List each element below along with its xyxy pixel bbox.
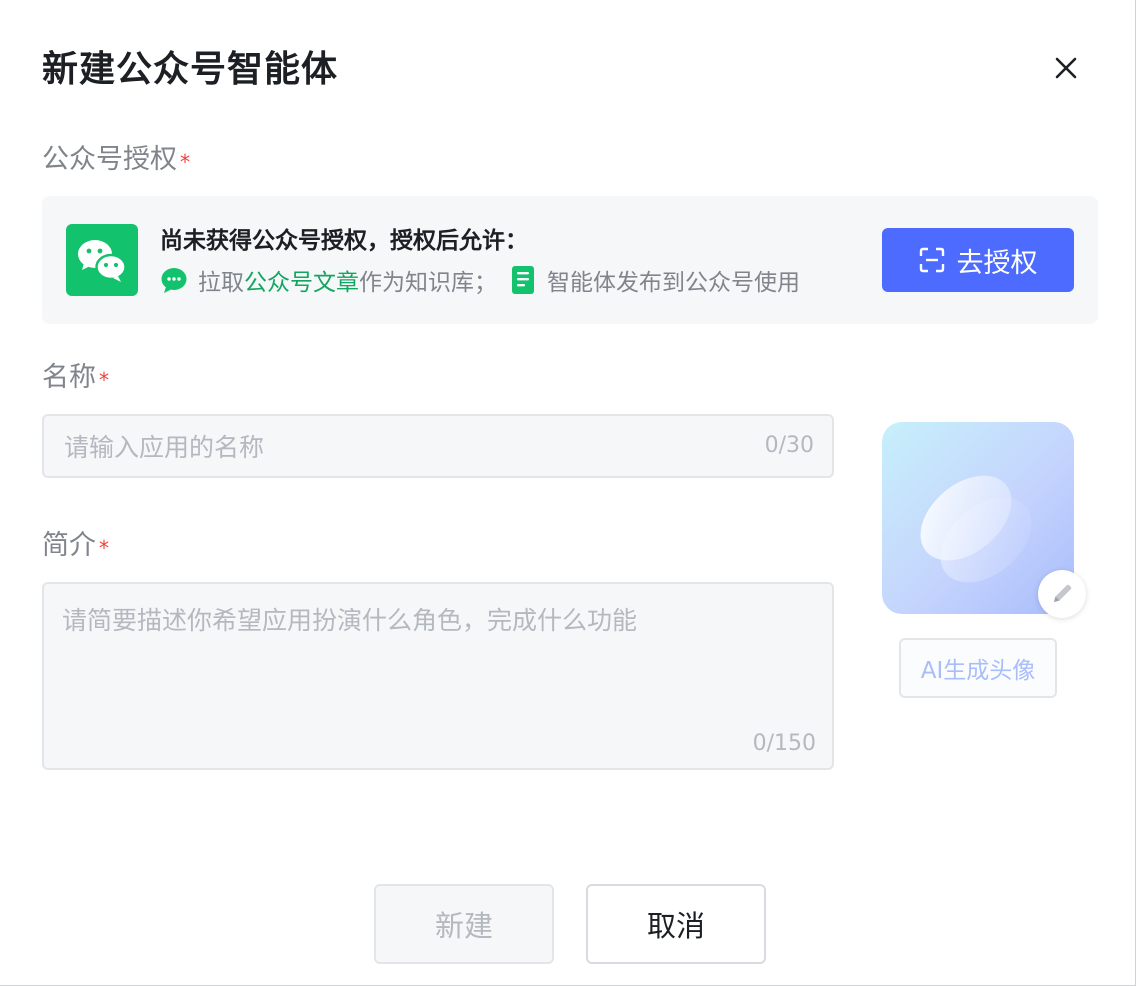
cancel-button[interactable]: 取消 [586, 884, 766, 964]
authorization-features: 拉取 公众号文章 作为知识库； 智能体发布到公众号使用 [160, 262, 800, 298]
authorization-label-text: 公众号授权 [42, 144, 177, 175]
intro-label-text: 简介 [42, 530, 96, 561]
chat-bubble-icon [160, 266, 188, 294]
intro-char-counter: 0/150 [752, 731, 816, 756]
feature-1-suffix: 作为知识库； [359, 270, 497, 296]
ai-generate-avatar-button[interactable]: AI生成头像 [899, 638, 1057, 698]
official-articles-link[interactable]: 公众号文章 [244, 263, 359, 297]
name-label: 名称 * [42, 358, 109, 398]
authorization-label: 公众号授权 * [42, 140, 190, 180]
name-input-container: 0/30 [42, 414, 834, 478]
intro-textarea[interactable] [62, 602, 812, 722]
name-char-counter: 0/30 [764, 433, 814, 458]
close-button[interactable] [1046, 48, 1086, 88]
document-icon [511, 266, 535, 294]
required-mark: * [180, 150, 190, 174]
name-label-text: 名称 [42, 362, 96, 393]
create-button[interactable]: 新建 [374, 884, 554, 964]
authorize-button[interactable]: 去授权 [882, 228, 1074, 292]
feature-2: 智能体发布到公众号使用 [547, 270, 800, 296]
close-icon [1055, 57, 1077, 79]
pencil-icon [1054, 584, 1072, 602]
feature-1-prefix: 拉取 [198, 270, 244, 296]
intro-label: 简介 * [42, 526, 109, 566]
new-official-account-agent-dialog: 新建公众号智能体 公众号授权 * 尚未获得公众号授权，授权后允许： 拉取 公众号… [0, 0, 1136, 986]
dialog-title: 新建公众号智能体 [42, 49, 339, 90]
required-mark: * [99, 368, 109, 392]
authorization-notice: 尚未获得公众号授权，授权后允许： [160, 228, 528, 254]
required-mark: * [99, 536, 109, 560]
authorization-panel: 尚未获得公众号授权，授权后允许： 拉取 公众号文章 作为知识库； 智能体发布到公… [42, 196, 1098, 324]
wechat-logo-icon [66, 224, 138, 296]
authorize-button-label: 去授权 [956, 247, 1038, 279]
scan-icon [919, 247, 944, 273]
name-input[interactable] [62, 416, 726, 478]
intro-textarea-container: 0/150 [42, 582, 834, 770]
edit-avatar-button[interactable] [1038, 570, 1086, 618]
